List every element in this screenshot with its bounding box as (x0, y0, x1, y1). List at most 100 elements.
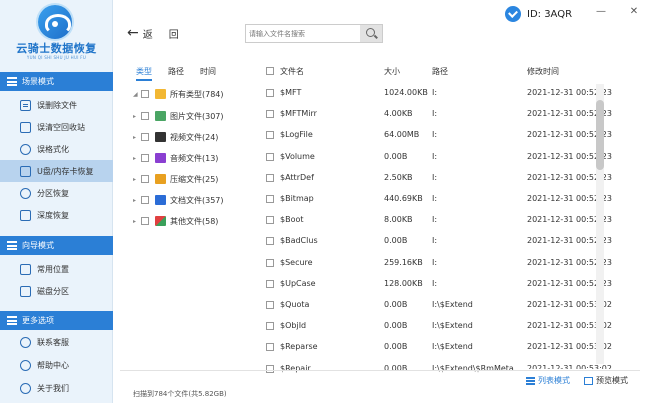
minimize-icon[interactable]: — (595, 6, 607, 18)
file-name[interactable]: $MFT (280, 88, 301, 97)
search-input[interactable] (246, 25, 361, 42)
sidebar-item-help[interactable]: 帮助中心 (0, 354, 113, 376)
file-name[interactable]: $UpCase (280, 279, 316, 288)
tree-item-others[interactable]: ▸ 其他文件(58) (133, 214, 218, 228)
sidebar-item-about[interactable]: 关于我们 (0, 377, 113, 399)
sidebar-item-deleted-files[interactable]: 误删除文件 (0, 94, 113, 116)
expand-icon[interactable]: ▸ (133, 218, 141, 225)
row-checkbox[interactable] (266, 364, 274, 373)
format-icon (20, 143, 31, 155)
tab-type[interactable]: 类型 (136, 66, 152, 81)
file-name[interactable]: $Secure (280, 258, 313, 267)
column-header-path[interactable]: 路径 (432, 66, 448, 77)
sidebar-item-format[interactable]: 误格式化 (0, 138, 113, 160)
tree-item-archives[interactable]: ▸ 压缩文件(25) (133, 172, 218, 186)
expand-icon[interactable]: ▸ (133, 134, 141, 141)
tree-item-audio[interactable]: ▸ 音频文件(13) (133, 151, 218, 165)
file-name[interactable]: $LogFile (280, 130, 313, 139)
file-size: 0.00B (384, 342, 408, 352)
sidebar-item-label: 磁盘分区 (37, 286, 69, 296)
list-mode-button[interactable]: 列表模式 (526, 375, 570, 386)
expand-icon[interactable]: ▸ (133, 155, 141, 162)
row-checkbox[interactable] (266, 279, 274, 288)
user-badge-icon[interactable] (505, 6, 521, 22)
grid-icon (7, 77, 17, 86)
tree-item-documents[interactable]: ▸ 文档文件(357) (133, 193, 224, 207)
file-size: 440.69KB (384, 194, 423, 203)
section-header-label: 更多选项 (22, 316, 54, 325)
tree-item-all[interactable]: ◢ 所有类型(784) (133, 87, 224, 101)
tree-item-videos[interactable]: ▸ 视频文件(24) (133, 130, 218, 144)
file-name[interactable]: $AttrDef (280, 173, 314, 182)
file-size: 8.00KB (384, 215, 413, 225)
file-path: I: (432, 130, 438, 140)
row-checkbox[interactable] (266, 110, 274, 119)
row-checkbox[interactable] (266, 258, 274, 267)
sidebar-item-partition[interactable]: 分区恢复 (0, 182, 113, 204)
scrollbar-thumb[interactable] (596, 100, 604, 170)
checkbox[interactable] (141, 112, 149, 120)
select-all-checkbox[interactable] (266, 67, 274, 75)
column-header-date[interactable]: 修改时间 (527, 66, 559, 77)
section-header-scene: 场景模式 (0, 72, 113, 91)
checkbox[interactable] (141, 175, 149, 183)
file-path: I: (432, 151, 438, 161)
deep-scan-icon (20, 209, 31, 221)
row-checkbox[interactable] (266, 173, 274, 182)
sidebar-item-common-locations[interactable]: 常用位置 (0, 258, 113, 280)
search-icon[interactable] (360, 25, 382, 42)
file-name[interactable]: $ObjId (280, 321, 306, 330)
preview-mode-button[interactable]: 预览模式 (584, 375, 628, 386)
tree-item-label: 压缩文件(25) (170, 174, 219, 184)
close-icon[interactable]: ✕ (628, 6, 640, 18)
column-header-name[interactable]: 文件名 (280, 66, 304, 77)
file-name[interactable]: $Bitmap (280, 194, 314, 203)
file-path: I: (432, 172, 438, 182)
file-name[interactable]: $MFTMirr (280, 109, 317, 118)
back-button[interactable]: ← 返 回 (127, 25, 179, 41)
checkbox[interactable] (141, 196, 149, 204)
file-size: 0.00B (384, 363, 408, 373)
app-logo: 云骑士数据恢复 YUN QI SHI SHU JU HUI FU (0, 0, 113, 66)
checkbox[interactable] (141, 90, 149, 98)
column-header-size[interactable]: 大小 (384, 66, 400, 77)
row-checkbox[interactable] (266, 131, 274, 140)
preview-icon (584, 376, 593, 385)
expand-icon[interactable]: ▸ (133, 197, 141, 204)
row-checkbox[interactable] (266, 152, 274, 161)
expand-icon[interactable]: ▸ (133, 176, 141, 183)
file-name[interactable]: $Boot (280, 215, 304, 224)
row-checkbox[interactable] (266, 343, 274, 352)
file-size: 0.00B (384, 300, 408, 309)
sidebar-item-label: U盘/内存卡恢复 (37, 166, 94, 176)
tree-item-images[interactable]: ▸ 图片文件(307) (133, 109, 224, 123)
file-name[interactable]: $BadClus (280, 236, 318, 245)
row-checkbox[interactable] (266, 301, 274, 309)
row-checkbox[interactable] (266, 195, 274, 203)
file-path: I:\$Extend (432, 342, 473, 352)
sidebar-item-usb-card[interactable]: U盘/内存卡恢复 (0, 160, 113, 182)
file-name[interactable]: $Repair (280, 364, 311, 373)
row-checkbox[interactable] (266, 322, 274, 331)
checkbox[interactable] (141, 217, 149, 225)
file-name[interactable]: $Volume (280, 152, 315, 161)
sidebar-item-disk-partition[interactable]: 磁盘分区 (0, 280, 113, 302)
sidebar-item-contact[interactable]: 联系客服 (0, 331, 113, 353)
tree-item-label: 图片文件(307) (170, 111, 224, 121)
row-checkbox[interactable] (266, 89, 274, 97)
row-checkbox[interactable] (266, 216, 274, 225)
tree-tabs: 类型 路径 时间 (136, 66, 232, 81)
checkbox[interactable] (141, 133, 149, 141)
file-name[interactable]: $Quota (280, 300, 309, 309)
app-title: 云骑士数据恢复 (16, 42, 97, 55)
file-name[interactable]: $Reparse (280, 342, 318, 351)
file-size: 1024.00KB (384, 88, 428, 97)
tab-time[interactable]: 时间 (200, 66, 216, 81)
expand-icon[interactable]: ▸ (133, 113, 141, 120)
row-checkbox[interactable] (266, 237, 274, 246)
sidebar-item-deep[interactable]: 深度恢复 (0, 204, 113, 226)
sidebar-item-recycle-bin[interactable]: 误清空回收站 (0, 116, 113, 138)
collapse-icon[interactable]: ◢ (133, 91, 141, 98)
checkbox[interactable] (141, 154, 149, 162)
tab-path[interactable]: 路径 (168, 66, 184, 81)
